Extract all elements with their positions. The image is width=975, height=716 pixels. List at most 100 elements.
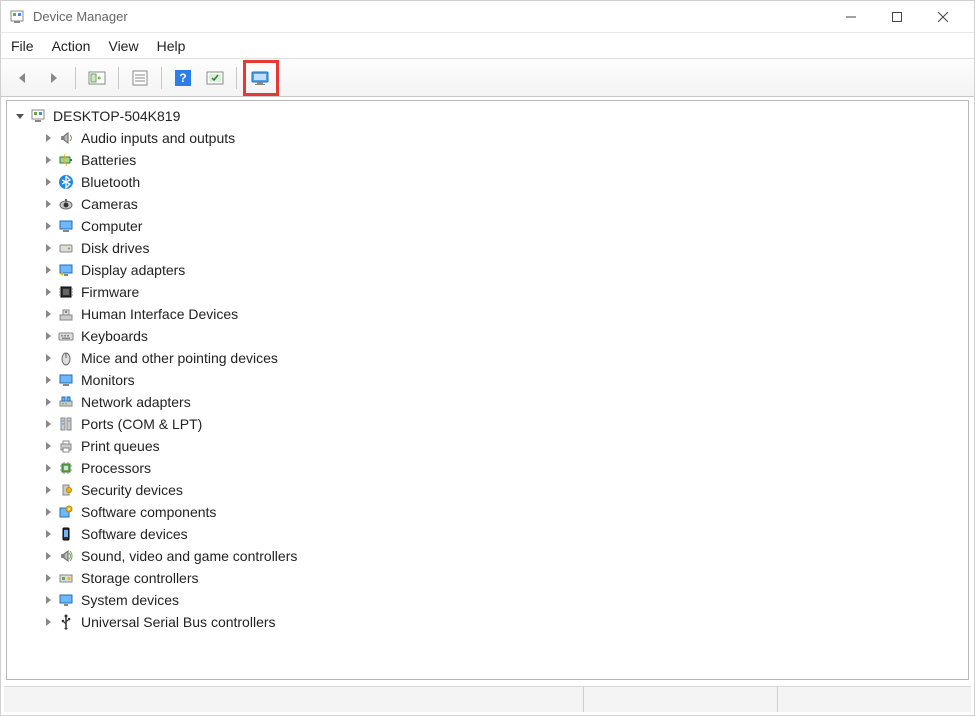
expander-closed-icon[interactable] <box>41 593 55 607</box>
expander-closed-icon[interactable] <box>41 395 55 409</box>
expander-closed-icon[interactable] <box>41 219 55 233</box>
battery-icon <box>57 151 75 169</box>
tree-item[interactable]: Keyboards <box>7 325 968 347</box>
expander-closed-icon[interactable] <box>41 131 55 145</box>
tree-item[interactable]: Software devices <box>7 523 968 545</box>
tree-item-label: Ports (COM & LPT) <box>81 416 202 432</box>
security-icon <box>57 481 75 499</box>
scan-hardware-button[interactable] <box>202 65 228 91</box>
tree-item[interactable]: Sound, video and game controllers <box>7 545 968 567</box>
hid-icon <box>57 305 75 323</box>
add-legacy-hardware-button[interactable] <box>248 65 274 91</box>
expander-open-icon[interactable] <box>13 109 27 123</box>
device-tree[interactable]: DESKTOP-504K819 Audio inputs and outputs… <box>6 100 969 680</box>
software-comp-icon <box>57 503 75 521</box>
network-icon <box>57 393 75 411</box>
tree-item[interactable]: Bluetooth <box>7 171 968 193</box>
status-segment <box>583 687 777 712</box>
tree-item[interactable]: Monitors <box>7 369 968 391</box>
expander-closed-icon[interactable] <box>41 351 55 365</box>
expander-closed-icon[interactable] <box>41 549 55 563</box>
close-button[interactable] <box>920 2 966 32</box>
tree-item[interactable]: Software components <box>7 501 968 523</box>
add-legacy-icon <box>251 69 271 87</box>
expander-closed-icon[interactable] <box>41 417 55 431</box>
expander-closed-icon[interactable] <box>41 307 55 321</box>
tree-item-label: Processors <box>81 460 151 476</box>
tree-item[interactable]: Audio inputs and outputs <box>7 127 968 149</box>
tree-item[interactable]: Firmware <box>7 281 968 303</box>
expander-closed-icon[interactable] <box>41 285 55 299</box>
forward-button[interactable] <box>41 65 67 91</box>
menu-help[interactable]: Help <box>157 38 186 54</box>
tree-item[interactable]: Storage controllers <box>7 567 968 589</box>
expander-closed-icon[interactable] <box>41 263 55 277</box>
expander-closed-icon[interactable] <box>41 373 55 387</box>
tree-item[interactable]: Print queues <box>7 435 968 457</box>
camera-icon <box>57 195 75 213</box>
tree-item[interactable]: Universal Serial Bus controllers <box>7 611 968 633</box>
menu-file[interactable]: File <box>11 38 34 54</box>
help-button[interactable]: ? <box>170 65 196 91</box>
expander-closed-icon[interactable] <box>41 329 55 343</box>
tree-item-label: Computer <box>81 218 142 234</box>
window-title: Device Manager <box>33 9 828 24</box>
expander-closed-icon[interactable] <box>41 175 55 189</box>
highlight-box <box>243 60 279 96</box>
expander-closed-icon[interactable] <box>41 505 55 519</box>
tree-item-label: Monitors <box>81 372 135 388</box>
keyboard-icon <box>57 327 75 345</box>
tree-item[interactable]: Network adapters <box>7 391 968 413</box>
expander-closed-icon[interactable] <box>41 527 55 541</box>
show-hide-icon <box>88 69 106 87</box>
mouse-icon <box>57 349 75 367</box>
tree-item[interactable]: Human Interface Devices <box>7 303 968 325</box>
show-hide-button[interactable] <box>84 65 110 91</box>
tree-item[interactable]: Security devices <box>7 479 968 501</box>
expander-closed-icon[interactable] <box>41 571 55 585</box>
back-button[interactable] <box>9 65 35 91</box>
tree-item-label: Sound, video and game controllers <box>81 548 297 564</box>
toolbar-separator <box>236 67 237 89</box>
maximize-button[interactable] <box>874 2 920 32</box>
tree-item-label: Universal Serial Bus controllers <box>81 614 276 630</box>
menu-view[interactable]: View <box>108 38 138 54</box>
tree-item[interactable]: Computer <box>7 215 968 237</box>
help-icon: ? <box>174 69 192 87</box>
tree-item-label: Network adapters <box>81 394 191 410</box>
expander-closed-icon[interactable] <box>41 615 55 629</box>
expander-closed-icon[interactable] <box>41 461 55 475</box>
tree-item[interactable]: Display adapters <box>7 259 968 281</box>
tree-root[interactable]: DESKTOP-504K819 <box>7 105 968 127</box>
cpu-icon <box>57 459 75 477</box>
toolbar: ? <box>1 59 974 97</box>
tree-item[interactable]: Disk drives <box>7 237 968 259</box>
tree-item[interactable]: Processors <box>7 457 968 479</box>
system-icon <box>57 591 75 609</box>
minimize-button[interactable] <box>828 2 874 32</box>
tree-item[interactable]: Cameras <box>7 193 968 215</box>
status-segment <box>777 687 971 712</box>
printer-icon <box>57 437 75 455</box>
display-icon <box>57 261 75 279</box>
expander-closed-icon[interactable] <box>41 439 55 453</box>
menu-action[interactable]: Action <box>52 38 91 54</box>
tree-item[interactable]: System devices <box>7 589 968 611</box>
expander-closed-icon[interactable] <box>41 241 55 255</box>
ports-icon <box>57 415 75 433</box>
expander-closed-icon[interactable] <box>41 483 55 497</box>
titlebar: Device Manager <box>1 1 974 33</box>
tree-item-label: Batteries <box>81 152 136 168</box>
expander-closed-icon[interactable] <box>41 197 55 211</box>
expander-closed-icon[interactable] <box>41 153 55 167</box>
svg-text:?: ? <box>179 71 186 85</box>
properties-button[interactable] <box>127 65 153 91</box>
tree-item-label: Display adapters <box>81 262 185 278</box>
tree-item[interactable]: Batteries <box>7 149 968 171</box>
software-dev-icon <box>57 525 75 543</box>
computer-icon <box>57 217 75 235</box>
tree-item[interactable]: Mice and other pointing devices <box>7 347 968 369</box>
statusbar <box>4 686 971 712</box>
tree-item[interactable]: Ports (COM & LPT) <box>7 413 968 435</box>
usb-icon <box>57 613 75 631</box>
